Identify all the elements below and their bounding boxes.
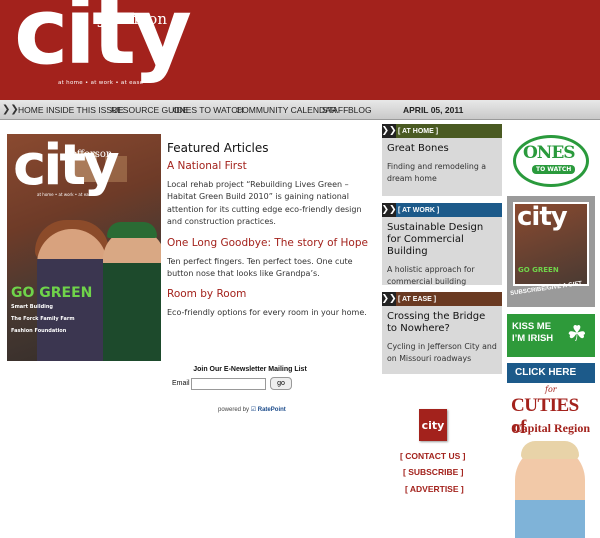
article-title-national-first[interactable]: A National First	[167, 160, 372, 172]
newsletter-signup: Join Our E-Newsletter Mailing List Email…	[170, 366, 330, 413]
site-header: city Jefferson at home • at work • at ea…	[0, 0, 600, 100]
cover-person-man	[103, 229, 161, 361]
section-header: ❯❯ [ AT WORK ]	[381, 203, 502, 217]
featured-articles: Featured Articles A National First Local…	[167, 141, 372, 328]
ones-title: ONES	[523, 143, 576, 163]
section-box-at-work[interactable]: ❯❯ [ AT WORK ] Sustainable Design for Co…	[381, 203, 502, 286]
cuties-subtitle: Capital Region	[513, 421, 591, 435]
ones-subtitle: TO WATCH	[532, 165, 576, 174]
newsletter-title: Join Our E-Newsletter Mailing List	[193, 366, 307, 373]
article-desc: Local rehab project “Rebuilding Lives Gr…	[167, 180, 362, 227]
irish-line1: KISS ME	[512, 321, 552, 332]
cover-line: Fashion Foundation	[11, 328, 67, 334]
section-header: ❯❯ [ AT HOME ]	[381, 124, 502, 138]
nav-home[interactable]: HOME	[18, 105, 44, 115]
cover-tagline: at home • at work • at ease	[37, 192, 94, 197]
chevron-right-icon: ❯❯	[381, 292, 397, 306]
ratepoint-check-icon: ☑	[250, 407, 257, 413]
go-button[interactable]: go	[270, 377, 292, 390]
nav-ones-to-watch[interactable]: ONES TO WATCH	[173, 105, 244, 115]
section-header: ❯❯ [ AT EASE ]	[381, 292, 502, 306]
nav-blog[interactable]: BLOG	[348, 105, 372, 115]
section-title[interactable]: Crossing the Bridge to Nowhere?	[382, 306, 502, 335]
main-nav: ❯❯ HOME INSIDE THIS ISSUE RESOURCE GUIDE…	[0, 100, 600, 120]
advertise-link[interactable]: [ ADVERTISE ]	[405, 484, 464, 494]
nav-arrow-icon: ❯❯	[2, 104, 19, 115]
email-input[interactable]	[191, 378, 266, 390]
magazine-cover[interactable]: city Jefferson at home • at work • at ea…	[7, 134, 161, 361]
section-box-at-ease[interactable]: ❯❯ [ AT EASE ] Crossing the Bridge to No…	[381, 292, 502, 374]
cover-logo-city: city	[13, 134, 120, 198]
article-desc: Eco-friendly options for every room in y…	[167, 308, 367, 318]
section-desc: A holistic approach for commercial build…	[387, 265, 475, 286]
article-title-room-by-room[interactable]: Room by Room	[167, 288, 372, 300]
irish-text: KISS ME I’M IRISH	[512, 321, 553, 345]
chevron-right-icon: ❯❯	[381, 203, 397, 217]
ratepoint-logo[interactable]: RatePoint	[258, 407, 286, 413]
section-title[interactable]: Sustainable Design for Commercial Buildi…	[382, 217, 502, 258]
irish-line2: I’M IRISH	[512, 333, 554, 344]
ad-click-here[interactable]: CLICK HERE	[507, 363, 595, 383]
nav-staff[interactable]: STAFF	[322, 105, 348, 115]
section-desc: Finding and remodeling a dream home	[387, 162, 487, 183]
article-title-long-goodbye[interactable]: One Long Goodbye: The story of Hope	[167, 237, 372, 249]
article-desc: Ten perfect fingers. Ten perfect toes. O…	[167, 256, 353, 279]
ad-cuties-capital-region[interactable]: for CUTIES of Capital Region	[507, 383, 595, 538]
subscribe-link[interactable]: [ SUBSCRIBE ]	[403, 467, 463, 477]
section-category: [ AT HOME ]	[398, 127, 439, 135]
email-label: Email	[172, 380, 190, 387]
baby-hair	[521, 441, 579, 459]
cover-line: The Forck Family Farm	[11, 316, 75, 322]
ad-kiss-me-irish[interactable]: KISS ME I’M IRISH ☘	[507, 314, 595, 357]
cover-line: Smart Building	[11, 304, 54, 310]
contact-us-link[interactable]: [ CONTACT US ]	[400, 451, 465, 461]
cover-headline: GO GREEN	[11, 285, 93, 301]
ad-ones-to-watch[interactable]: ONES TO WATCH	[507, 129, 595, 192]
thumb-headline: GO GREEN	[518, 266, 559, 274]
ad-subscribe-gift[interactable]: city GO GREEN SUBSCRIBE/GIVE A GIFT	[507, 196, 595, 307]
cover-logo-jefferson: Jefferson	[67, 149, 113, 160]
section-category: [ AT EASE ]	[398, 295, 437, 303]
logo-tagline: at home • at work • at ease	[58, 80, 144, 86]
cuties-for: for	[545, 385, 557, 394]
logo-jefferson: Jefferson	[99, 10, 167, 28]
city-badge-logo[interactable]: city	[419, 409, 447, 441]
section-category: [ AT WORK ]	[398, 206, 440, 214]
shamrock-icon: ☘	[567, 322, 587, 347]
section-desc: Cycling in Jefferson City and on Missour…	[387, 342, 497, 363]
thumb-logo-city: city	[517, 202, 568, 232]
section-title[interactable]: Great Bones	[382, 138, 502, 155]
section-box-at-home[interactable]: ❯❯ [ AT HOME ] Great Bones Finding and r…	[381, 124, 502, 196]
issue-date: APRIL 05, 2011	[403, 105, 464, 115]
powered-by: powered by ☑ RatePoint	[218, 406, 286, 413]
powered-by-label: powered by	[218, 407, 250, 413]
chevron-right-icon: ❯❯	[381, 124, 397, 138]
subscribe-magazine-thumb: city GO GREEN	[513, 202, 589, 286]
cover-person-hat	[107, 222, 157, 238]
click-here-label: CLICK HERE	[515, 367, 577, 378]
featured-heading: Featured Articles	[167, 141, 269, 155]
